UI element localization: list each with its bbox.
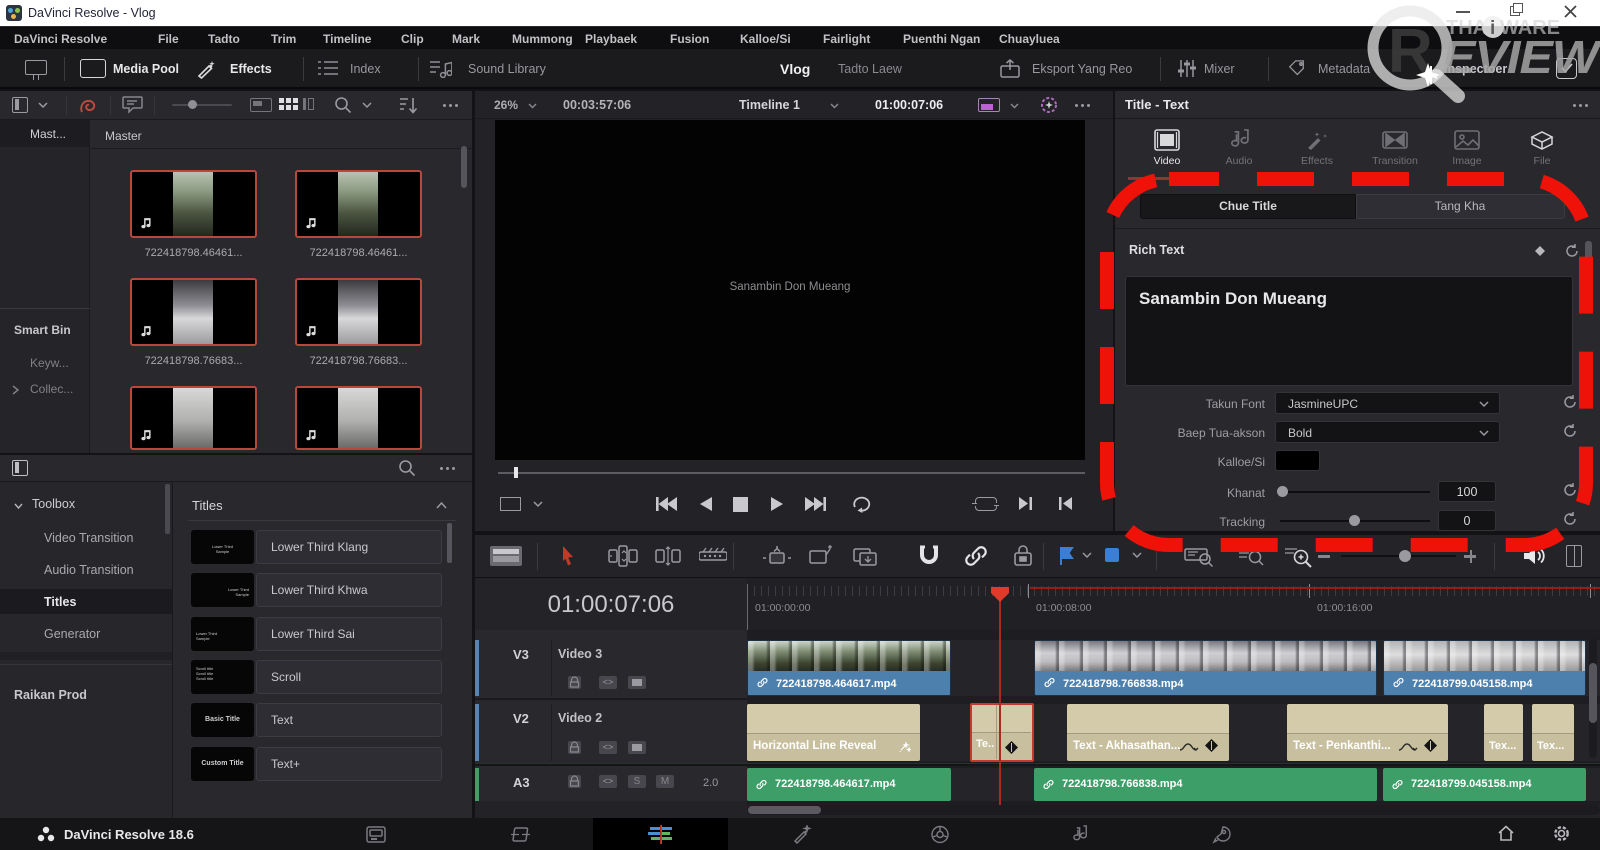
svg-text:EVIEW: EVIEW xyxy=(1442,31,1600,83)
